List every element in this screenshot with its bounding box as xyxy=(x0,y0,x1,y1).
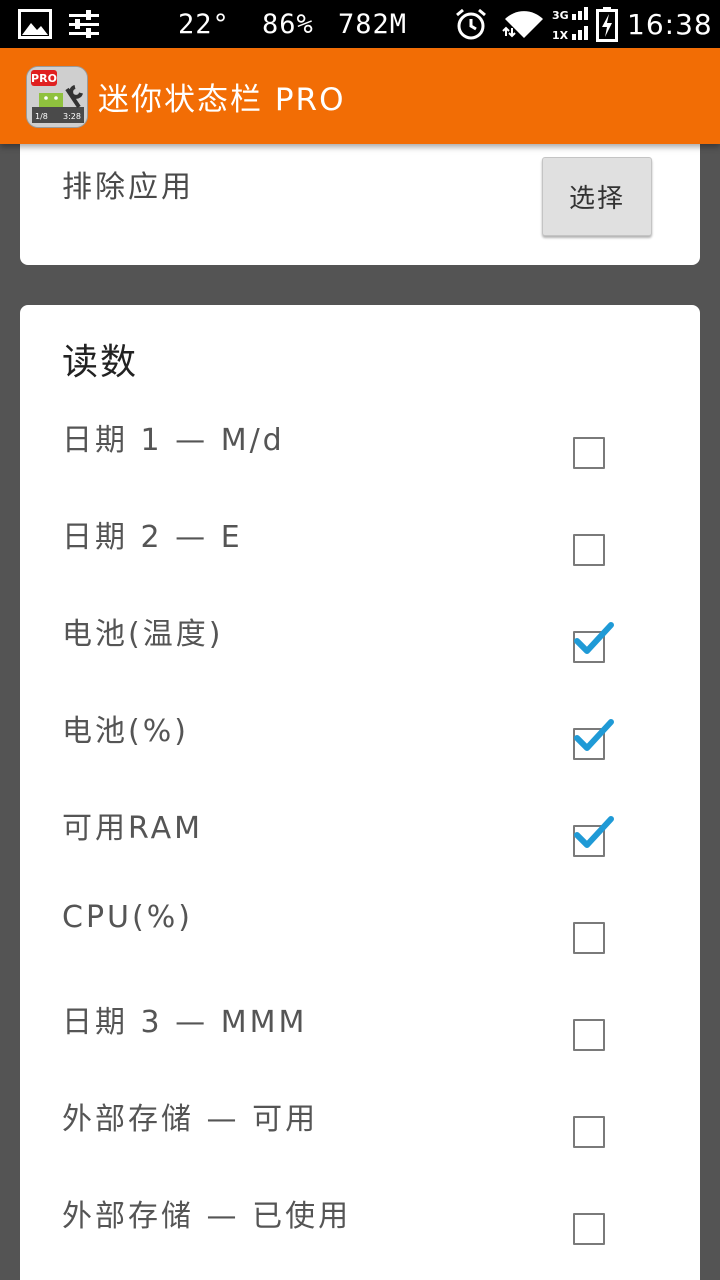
readings-card: 读数 日期 1 — M/d 日期 2 — E 电池(温度) 电池(%) 可用RAM CPU… xyxy=(20,305,700,1280)
readings-section-title: 读数 xyxy=(62,342,139,383)
status-ram: 782M xyxy=(338,8,408,40)
reading-checkbox[interactable] xyxy=(573,1213,605,1245)
exclude-apps-label: 排除应用 xyxy=(62,170,194,205)
reading-row[interactable]: 电池(%) xyxy=(20,696,700,793)
reading-label: CPU(%) xyxy=(62,900,193,935)
app-title: 迷你状态栏 PRO xyxy=(98,81,346,118)
settings-sliders-icon xyxy=(68,0,100,48)
reading-checkbox[interactable] xyxy=(573,622,614,663)
reading-checkbox[interactable] xyxy=(573,816,614,857)
reading-checkbox[interactable] xyxy=(573,534,605,566)
status-battery-percent: 86% xyxy=(262,8,314,40)
status-temperature: 22° xyxy=(178,8,230,40)
reading-row[interactable]: 日期 1 — M/d xyxy=(20,405,700,502)
reading-label: 日期 1 — M/d xyxy=(62,423,285,458)
reading-row[interactable]: CPU(%) xyxy=(20,890,700,987)
select-apps-button[interactable]: 选择 xyxy=(542,157,652,236)
status-time: 16:38 xyxy=(627,7,713,41)
reading-label: 外部存储 — 已使用 xyxy=(62,1199,352,1234)
reading-checkbox[interactable] xyxy=(573,1116,605,1148)
reading-checkbox[interactable] xyxy=(573,1019,605,1051)
reading-label: 可用RAM xyxy=(62,811,204,846)
app-icon-badge: PRO xyxy=(31,72,57,85)
exclude-apps-card: 排除应用 选择 xyxy=(20,130,700,265)
reading-checkbox[interactable] xyxy=(573,922,605,954)
status-bar: 22° 86% 782M 3G 1X 16:38 xyxy=(0,0,720,48)
battery-charging-icon xyxy=(596,0,618,48)
alarm-clock-icon xyxy=(454,0,488,48)
checkmark-icon xyxy=(574,719,614,751)
cellular-signal-icon: 3G 1X xyxy=(552,0,592,48)
app-icon[interactable]: PRO 1/8 3:28 xyxy=(26,66,88,128)
reading-checkbox[interactable] xyxy=(573,437,605,469)
reading-label: 日期 2 — E xyxy=(62,520,243,555)
reading-row[interactable]: 外部存储 — 可用 xyxy=(20,1084,700,1181)
app-icon-right-text: 3:28 xyxy=(63,112,81,121)
svg-text:3G: 3G xyxy=(552,9,569,22)
reading-row[interactable]: 可用RAM xyxy=(20,793,700,890)
reading-checkbox[interactable] xyxy=(573,719,614,760)
reading-row[interactable]: 电池(温度) xyxy=(20,599,700,696)
reading-row[interactable]: 外部存储 — 已使用 xyxy=(20,1181,700,1278)
gallery-icon xyxy=(18,0,52,48)
action-bar: PRO 1/8 3:28 迷你状态栏 PRO xyxy=(0,48,720,144)
svg-text:1X: 1X xyxy=(552,29,569,42)
checkmark-icon xyxy=(574,816,614,848)
wifi-icon xyxy=(502,0,546,48)
reading-label: 外部存储 — 可用 xyxy=(62,1102,319,1137)
reading-label: 电池(%) xyxy=(62,714,189,749)
app-icon-left-text: 1/8 xyxy=(35,112,48,121)
reading-row[interactable]: 日期 3 — MMM xyxy=(20,987,700,1084)
checkmark-icon xyxy=(574,622,614,654)
reading-label: 电池(温度) xyxy=(62,617,224,652)
reading-row[interactable]: 日期 2 — E xyxy=(20,502,700,599)
reading-label: 日期 3 — MMM xyxy=(62,1005,308,1040)
